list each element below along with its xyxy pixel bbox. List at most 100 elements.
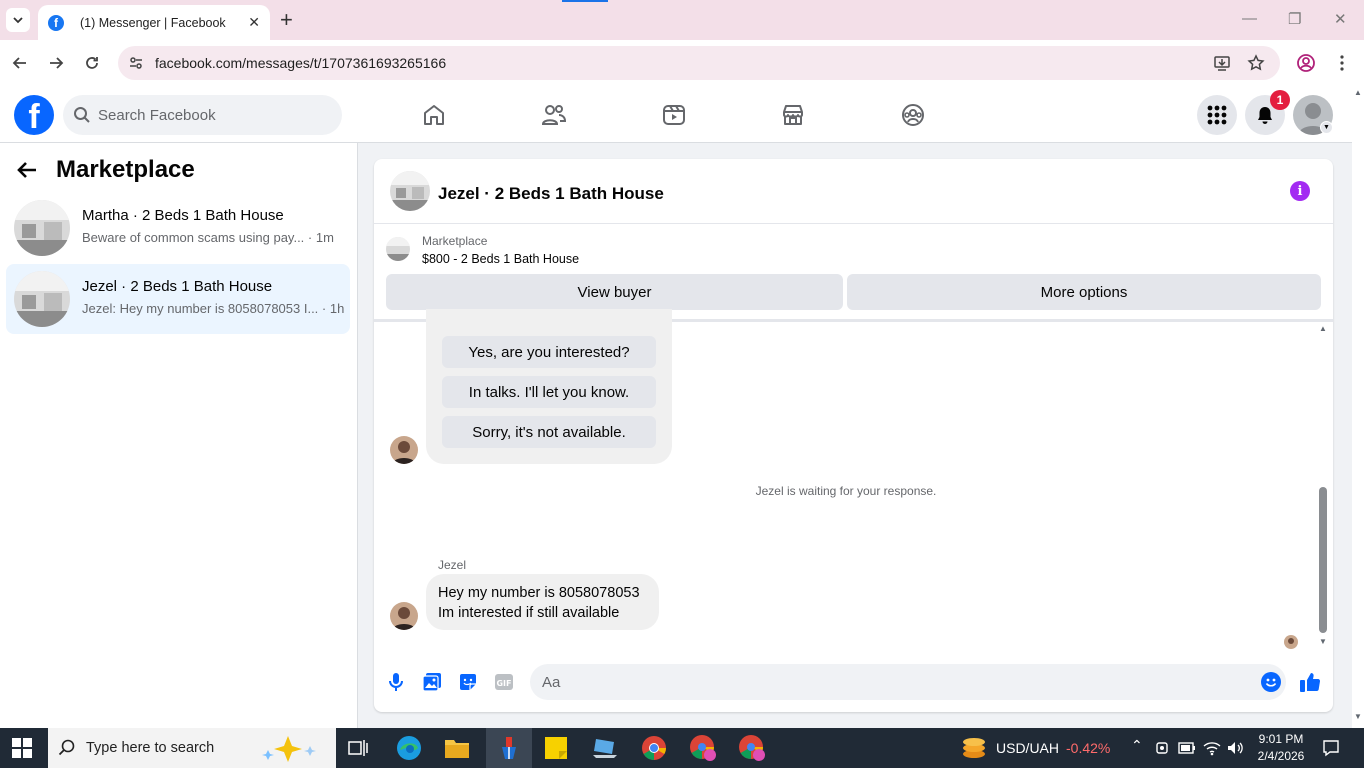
home-icon[interactable] [421,102,447,128]
laptop-app-icon[interactable] [591,734,619,762]
jezel-avatar[interactable] [390,602,418,630]
quick-reply-yes[interactable]: Yes, are you interested? [442,336,656,368]
facebook-logo-icon[interactable]: f [14,95,54,135]
pinned-app-icon[interactable] [495,734,523,762]
friends-icon[interactable] [541,102,567,128]
clock-time[interactable]: 9:01 PM [1252,732,1310,746]
meet-now-icon[interactable] [1150,734,1174,762]
chat-thumbnail[interactable] [390,171,430,211]
install-app-icon[interactable] [1212,53,1232,73]
watch-video-icon[interactable] [661,102,687,128]
arrow-left-icon [12,57,26,69]
conversation-item-martha[interactable]: Martha · 2 Beds 1 Bath House Beware of c… [6,193,350,263]
chrome-profile-icon[interactable] [738,734,766,762]
reload-button[interactable] [81,52,103,74]
sticker-icon[interactable] [457,671,479,693]
minimize-button[interactable]: — [1242,10,1257,27]
chevron-down-icon [13,17,23,24]
task-view-icon[interactable] [344,734,372,762]
browser-menu-icon[interactable] [1331,52,1353,74]
page-scroll-down-arrow[interactable]: ▼ [1354,712,1362,721]
menu-grid-button[interactable] [1197,95,1237,135]
message-input[interactable] [542,664,1242,700]
grid-icon [1207,105,1227,125]
message-bubble: Hey my number is 8058078053 Im intereste… [426,574,659,630]
profile-icon[interactable] [1295,52,1317,74]
browser-toolbar: facebook.com/messages/t/1707361693265166 [0,40,1364,86]
gif-icon[interactable]: GIF [493,671,515,693]
info-icon[interactable]: i [1290,181,1310,201]
more-options-button[interactable]: More options [847,274,1321,310]
marketplace-inbox: Marketplace Martha · 2 Beds 1 Bath House… [0,143,358,728]
chat-panel: Jezel · 2 Beds 1 Bath House i Marketplac… [374,159,1333,712]
url-text[interactable]: facebook.com/messages/t/1707361693265166 [155,55,446,71]
marketplace-label: Marketplace [422,234,488,248]
sparkle-icon [262,736,316,762]
page-scrollbar[interactable]: ▲ ▼ [1352,86,1364,728]
quick-reply-not-available[interactable]: Sorry, it's not available. [442,416,656,448]
notification-badge: 1 [1270,90,1290,110]
view-buyer-button[interactable]: View buyer [386,274,843,310]
message-line: Hey my number is 8058078053 [438,585,640,601]
battery-icon[interactable] [1175,734,1199,762]
chat-title[interactable]: Jezel · 2 Beds 1 Bath House [438,184,664,204]
volume-icon[interactable] [1223,734,1247,762]
ticker-change: -0.42% [1066,740,1111,756]
search-input[interactable] [98,95,328,135]
sticky-notes-icon[interactable] [542,734,570,762]
back-button[interactable] [9,52,31,74]
chrome-icon[interactable] [640,734,668,762]
facebook-search[interactable] [63,95,342,135]
browser-tab[interactable]: f (1) Messenger | Facebook ✕ [38,5,270,40]
browser-tab-bar: f (1) Messenger | Facebook ✕ + — ❐ ✕ [0,0,1364,40]
conversation-name: Martha · 2 Beds 1 Bath House [82,207,284,224]
conversation-snippet: Jezel: Hey my number is 8058078053 I... … [82,301,345,316]
jezel-avatar[interactable] [390,436,418,464]
ticker-pair: USD/UAH [996,740,1060,756]
listing-small-thumbnail [386,237,410,261]
marketplace-icon[interactable] [780,102,806,128]
thumbs-up-icon[interactable] [1299,671,1321,693]
file-explorer-icon[interactable] [443,734,471,762]
chrome-profile-icon[interactable] [689,734,717,762]
message-line: Im interested if still available [438,605,620,621]
chevron-up-icon[interactable]: ⌃ [1131,737,1143,754]
back-arrow-icon[interactable] [16,159,38,181]
windows-start-icon[interactable] [12,738,32,763]
bookmark-star-icon[interactable] [1246,53,1266,73]
restore-button[interactable]: ❐ [1288,10,1301,28]
scroll-up-arrow[interactable]: ▲ [1319,324,1327,333]
tab-close-icon[interactable]: ✕ [248,14,260,31]
clock-date[interactable]: 2/4/2026 [1252,749,1310,763]
address-bar[interactable]: facebook.com/messages/t/1707361693265166 [118,46,1280,80]
forward-button[interactable] [45,52,67,74]
wifi-icon[interactable] [1200,734,1224,762]
currency-icon[interactable] [960,734,988,762]
edge-icon[interactable] [395,734,423,762]
emoji-icon[interactable] [1261,672,1281,692]
seen-avatar [1284,635,1298,649]
chat-scrollbar-thumb[interactable] [1319,487,1327,633]
arrow-right-icon [50,57,64,69]
quick-reply-in-talks[interactable]: In talks. I'll let you know. [442,376,656,408]
photo-icon[interactable] [421,671,443,693]
search-icon [74,107,90,123]
notification-center-icon[interactable] [1318,734,1344,762]
microphone-icon[interactable] [385,671,407,693]
sender-name: Jezel [438,558,467,572]
groups-icon[interactable] [900,102,926,128]
new-tab-button[interactable]: + [280,8,293,32]
listing-thumbnail [14,271,70,327]
tab-title: (1) Messenger | Facebook [80,15,226,30]
site-info-icon[interactable] [126,53,146,73]
message-composer[interactable] [530,664,1286,700]
page-scroll-up-arrow[interactable]: ▲ [1354,88,1362,97]
scroll-down-arrow[interactable]: ▼ [1319,637,1327,646]
account-caret-icon[interactable]: ▼ [1320,121,1333,134]
taskbar-search[interactable]: Type here to search [48,728,336,768]
tab-search-button[interactable] [6,8,30,32]
conversation-item-jezel[interactable]: Jezel · 2 Beds 1 Bath House Jezel: Hey m… [6,264,350,334]
close-window-button[interactable]: ✕ [1334,10,1347,28]
listing-price[interactable]: $800 - 2 Beds 1 Bath House [422,252,579,266]
sidebar-title: Marketplace [56,156,195,183]
